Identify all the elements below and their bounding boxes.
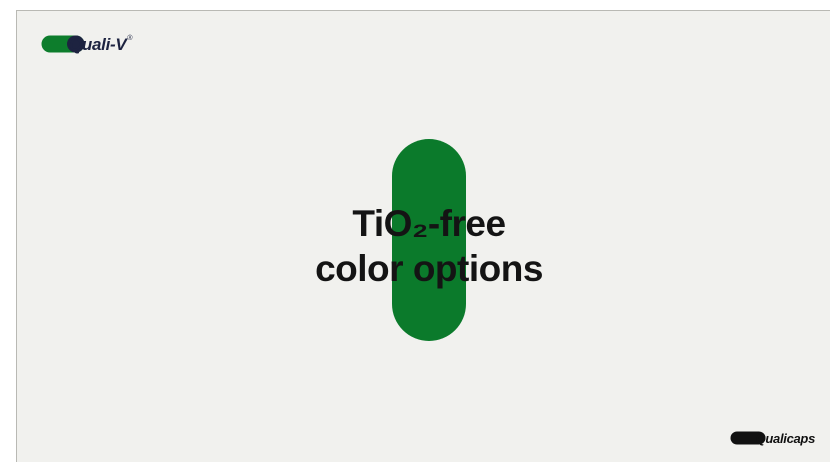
headline-line-1: TiO₂-free <box>352 203 506 244</box>
brand-name: Quali-V <box>69 34 127 54</box>
headline: TiO₂-free color options <box>17 201 830 291</box>
headline-line-2: color options <box>315 248 543 289</box>
slide: Quali-V ® TiO₂-free color options Qualic… <box>16 10 830 462</box>
registered-mark: ® <box>127 35 133 42</box>
qualicaps-logo: Qualicaps <box>730 429 815 447</box>
company-name: Qualicaps <box>755 430 816 446</box>
quali-v-logo: Quali-V ® <box>41 33 133 55</box>
